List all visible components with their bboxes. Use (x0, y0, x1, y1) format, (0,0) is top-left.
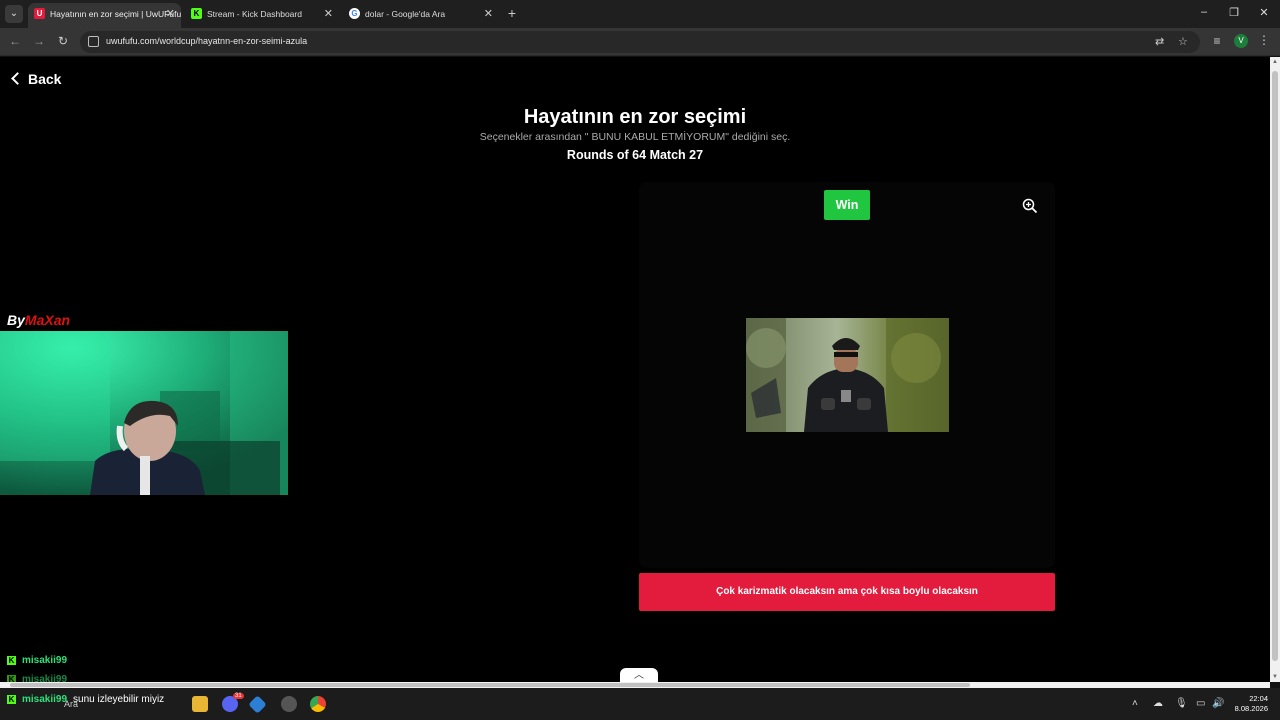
candidate-card[interactable]: Win (639, 182, 1055, 568)
kick-icon: K (7, 695, 16, 704)
system-clock[interactable]: 22:04 8.08.2026 (1228, 694, 1268, 714)
tray-chevron-up-icon[interactable]: ˄ (1132, 698, 1138, 709)
scroll-up-icon[interactable]: ▲ (1272, 59, 1278, 65)
browser-menu-icon[interactable]: ⋮ (1258, 33, 1270, 47)
chrome-icon[interactable] (310, 696, 326, 712)
logo-by-text: By (7, 312, 25, 328)
candidate-photo (746, 318, 949, 432)
hscrollbar-thumb[interactable] (10, 683, 970, 687)
tab-google-search[interactable]: G dolar - Google'da Ara ✕ (343, 3, 499, 28)
chat-text: sunu izleyebilir miyiz (73, 694, 165, 705)
reload-icon[interactable]: ↻ (56, 34, 70, 48)
chat-user: misakii99 (22, 694, 68, 705)
translate-icon[interactable]: ⇄ (1155, 35, 1164, 48)
app-icon[interactable] (248, 695, 267, 714)
bookmark-star-icon[interactable]: ☆ (1178, 35, 1188, 48)
chevron-left-icon (11, 72, 24, 85)
address-bar[interactable]: uwufufu.com/worldcup/hayatnn-en-zor-seim… (80, 31, 1200, 53)
webcam-feed (0, 331, 288, 495)
scroll-to-top-button[interactable]: ︿ (620, 668, 658, 682)
chat-user: misakii99 (22, 655, 68, 666)
scrollbar-thumb[interactable] (1272, 71, 1278, 661)
site-info-icon[interactable] (88, 36, 99, 47)
round-info: Rounds of 64 Match 27 (566, 148, 704, 162)
page-title: Hayatının en zor seçimi (523, 106, 747, 128)
address-toolbar: ← → ↻ uwufufu.com/worldcup/hayatnn-en-zo… (0, 28, 1280, 56)
scroll-down-icon[interactable]: ▼ (1272, 674, 1278, 680)
back-button[interactable]: Back (11, 71, 62, 87)
clock-date: 8.08.2026 (1234, 704, 1268, 713)
browser-tab-strip: ⌄ U Hayatının en zor seçimi | UwUFufu ✕ … (0, 0, 1280, 28)
close-window-icon[interactable]: ✕ (1256, 6, 1272, 19)
close-tab-icon[interactable]: ✕ (324, 3, 333, 25)
chat-message: Kmisakii99 (7, 655, 73, 666)
onedrive-icon[interactable]: ☁ (1153, 698, 1163, 709)
discord-badge: 31 (233, 693, 244, 699)
clock-time: 22:04 (1249, 694, 1268, 703)
volume-icon[interactable]: 🔊 (1212, 698, 1224, 709)
tab-uwufufu[interactable]: U Hayatının en zor seçimi | UwUFufu ✕ (28, 3, 181, 28)
win-badge: Win (824, 190, 870, 220)
url-text[interactable]: uwufufu.com/worldcup/hayatnn-en-zor-seim… (106, 36, 307, 46)
streamer-logo: ByMaXan (7, 312, 70, 328)
media-controls-icon[interactable]: ≡ (1210, 34, 1224, 48)
windows-taskbar: Kmisakii99 sunu izleyebilir miyiz Ara 31 … (0, 688, 1280, 720)
kick-icon: K (7, 656, 16, 665)
close-tab-icon[interactable]: ✕ (166, 3, 175, 25)
close-tab-icon[interactable]: ✕ (484, 3, 493, 25)
tab-title: dolar - Google'da Ara (365, 9, 446, 19)
page-subtitle: Seçenekler arasından " BUNU KABUL ETMİYO… (479, 131, 791, 143)
back-label: Back (28, 71, 62, 87)
microphone-icon[interactable]: 🎙 (1175, 698, 1188, 709)
file-explorer-icon[interactable] (192, 696, 208, 712)
google-favicon-icon: G (349, 8, 360, 19)
tab-title: Hayatının en zor seçimi | UwUFufu (50, 9, 181, 19)
forward-arrow-icon[interactable]: → (32, 34, 46, 48)
kick-favicon-icon: K (191, 8, 202, 19)
new-tab-icon[interactable]: + (505, 5, 519, 21)
display-icon[interactable]: ▭ (1196, 698, 1205, 709)
zoom-in-icon[interactable] (1022, 198, 1038, 214)
vertical-scrollbar[interactable]: ▲ ▼ (1270, 57, 1280, 682)
logo-name-text: MaXan (24, 312, 71, 328)
minimize-icon[interactable]: – (1196, 6, 1212, 18)
taskbar-search[interactable]: Ara (64, 699, 78, 709)
chat-message: Kmisakii99 sunu izleyebilir miyiz (7, 694, 164, 705)
tab-title: Stream - Kick Dashboard (207, 9, 302, 19)
profile-avatar[interactable]: V (1234, 34, 1248, 48)
obs-icon[interactable] (281, 696, 297, 712)
candidate-option-button[interactable]: Çok karizmatik olacaksın ama çok kısa bo… (639, 573, 1055, 611)
restore-icon[interactable]: ❐ (1226, 6, 1242, 19)
page-content: Back Hayatının en zor seçimi Seçenekler … (0, 57, 1270, 685)
tab-search-chevron-icon[interactable]: ⌄ (5, 5, 23, 23)
back-arrow-icon[interactable]: ← (8, 34, 22, 48)
tab-kick-dashboard[interactable]: K Stream - Kick Dashboard ✕ (185, 3, 339, 28)
uwufufu-favicon-icon: U (34, 8, 45, 19)
